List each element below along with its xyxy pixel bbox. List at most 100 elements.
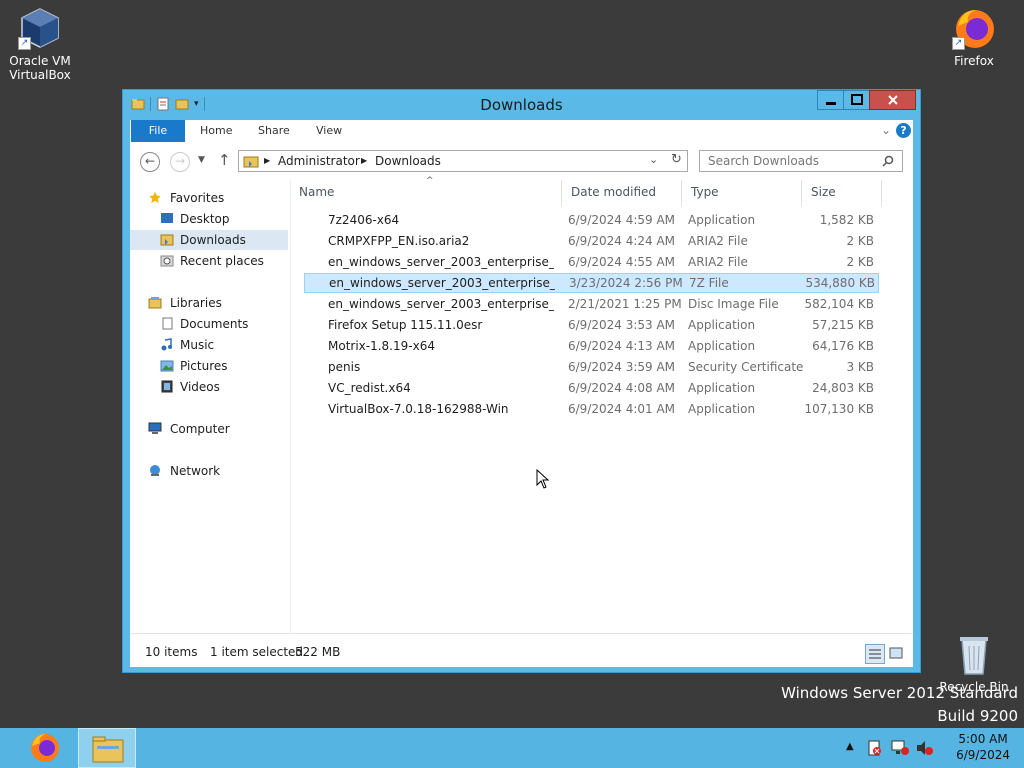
file-type: Application: [688, 381, 756, 395]
column-header-name[interactable]: Name: [290, 180, 562, 206]
file-row[interactable]: VirtualBox-7.0.18-162988-Win 6/9/2024 4:0…: [304, 399, 879, 419]
nav-libraries[interactable]: Libraries: [130, 293, 288, 313]
nav-computer[interactable]: Computer: [130, 419, 288, 439]
file-size: 64,176 KB: [812, 339, 874, 353]
search-box[interactable]: Search Downloads: [699, 150, 903, 172]
file-row[interactable]: CRMPXFPP_EN.iso.aria2 6/9/2024 4:24 AM ARI…: [304, 231, 879, 251]
help-icon[interactable]: ?: [896, 123, 911, 138]
nav-recent-places[interactable]: Recent places: [130, 251, 288, 271]
title-bar[interactable]: ▾ Downloads: [123, 90, 920, 120]
status-item-count: 10 items: [145, 645, 198, 659]
search-icon: [882, 155, 894, 167]
column-header-date-modified[interactable]: Date modified: [562, 180, 682, 206]
nav-favorites[interactable]: Favorites: [130, 188, 288, 208]
maximize-button[interactable]: [843, 90, 870, 110]
taskbar-firefox-button[interactable]: [16, 728, 74, 768]
breadcrumb-downloads[interactable]: Downloads: [375, 154, 441, 168]
window-controls: [817, 90, 916, 110]
file-row[interactable]: en_windows_server_2003_enterprise_64bi..…: [304, 273, 879, 293]
search-input[interactable]: Search Downloads: [708, 154, 819, 168]
file-name: en_windows_server_2003_enterprise_64bit: [328, 297, 554, 311]
file-row[interactable]: Motrix-1.8.19-x64 6/9/2024 4:13 AM Applica…: [304, 336, 879, 356]
videos-icon: [161, 380, 173, 393]
forward-button[interactable]: →: [170, 152, 190, 172]
file-row[interactable]: penis 6/9/2024 3:59 AM Security Certificat…: [304, 357, 879, 377]
file-row[interactable]: VC_redist.x64 6/9/2024 4:08 AM Application…: [304, 378, 879, 398]
column-headers: ^ Name Date modified Type Size: [290, 176, 913, 206]
file-date-modified: 6/9/2024 4:55 AM: [568, 255, 676, 269]
file-date-modified: 6/9/2024 4:08 AM: [568, 381, 676, 395]
details-view-icon: [869, 649, 881, 659]
file-row[interactable]: 7z 7z2406-x64 6/9/2024 4:59 AM Application 1…: [304, 210, 879, 230]
show-hidden-icons-icon[interactable]: ▲: [846, 741, 854, 752]
ribbon: File Home Share View ⌄ ?: [130, 120, 913, 142]
expand-ribbon-icon[interactable]: ⌄: [881, 123, 891, 137]
clock[interactable]: 5:00 AM 6/9/2024: [956, 731, 1010, 763]
file-row[interactable]: en_windows_server_2003_enterprise_64bi..…: [304, 252, 879, 272]
desktop-icon-virtualbox[interactable]: ↗ Oracle VM VirtualBox: [0, 6, 80, 82]
address-bar[interactable]: ▶ Administrator ▶ Downloads ⌄ ↻: [238, 150, 688, 172]
content-area: Favorites Desktop Downloads Recent place…: [130, 176, 913, 633]
nav-music[interactable]: Music: [130, 335, 288, 355]
file-type: Application: [688, 213, 756, 227]
back-button[interactable]: ←: [140, 152, 160, 172]
file-type: ARIA2 File: [688, 255, 748, 269]
minimize-icon: [825, 102, 836, 105]
explorer-window: ▾ Downloads File Home Share View ⌄ ? ← →…: [122, 89, 921, 673]
close-button[interactable]: [869, 90, 916, 110]
pane-divider[interactable]: [290, 180, 291, 633]
network-status-icon[interactable]: [891, 740, 909, 756]
desktop-icon: [161, 213, 173, 223]
file-date-modified: 6/9/2024 4:59 AM: [568, 213, 676, 227]
file-name: CRMPXFPP_EN.iso.aria2: [328, 234, 470, 248]
file-size: 57,215 KB: [812, 318, 874, 332]
nav-documents[interactable]: Documents: [130, 314, 288, 334]
file-type: Application: [688, 339, 756, 353]
details-view-button[interactable]: [865, 644, 885, 664]
star-icon: [149, 191, 161, 204]
file-explorer-icon: [92, 736, 124, 763]
file-name: en_windows_server_2003_enterprise_64bi..…: [328, 255, 554, 269]
nav-desktop[interactable]: Desktop: [130, 209, 288, 229]
tab-view[interactable]: View: [316, 120, 342, 142]
recent-places-icon: [160, 255, 174, 267]
nav-videos[interactable]: Videos: [130, 377, 288, 397]
desktop-icon-label: Firefox: [954, 54, 994, 68]
status-bar: 10 items 1 item selected 522 MB: [130, 633, 913, 667]
column-header-type[interactable]: Type: [682, 180, 802, 206]
os-build-text: Build 9200: [937, 707, 1018, 725]
arrow-left-icon: ←: [144, 154, 156, 168]
volume-muted-icon[interactable]: [915, 740, 933, 756]
nav-pictures[interactable]: Pictures: [130, 356, 288, 376]
file-name: Firefox Setup 115.11.0esr: [328, 318, 483, 332]
nav-network[interactable]: Network: [130, 461, 288, 481]
file-date-modified: 6/9/2024 4:24 AM: [568, 234, 676, 248]
large-icons-view-icon: [889, 647, 903, 659]
breadcrumb-separator-icon: ▶: [264, 156, 271, 165]
network-icon: [150, 465, 160, 476]
large-icons-view-button[interactable]: [887, 644, 907, 664]
action-center-icon[interactable]: [866, 740, 882, 756]
refresh-icon[interactable]: ↻: [671, 152, 682, 167]
file-type: Security Certificate: [688, 360, 804, 374]
file-size: 534,880 KB: [805, 276, 875, 290]
taskbar-explorer-button[interactable]: [78, 728, 136, 768]
column-header-size[interactable]: Size: [802, 180, 882, 206]
file-row[interactable]: en_windows_server_2003_enterprise_64bit 2…: [304, 294, 879, 314]
window-title: Downloads: [480, 96, 563, 114]
file-row[interactable]: Firefox Setup 115.11.0esr 6/9/2024 3:53 A…: [304, 315, 879, 335]
recent-locations-icon[interactable]: ▼: [198, 155, 205, 165]
tab-share[interactable]: Share: [258, 120, 290, 142]
tab-file[interactable]: File: [131, 120, 185, 142]
breadcrumb-administrator[interactable]: Administrator: [278, 154, 360, 168]
computer-icon: [148, 422, 162, 434]
firefox-icon: ↗: [952, 6, 996, 50]
desktop-icon-firefox[interactable]: ↗ Firefox: [934, 6, 1014, 68]
address-history-icon[interactable]: ⌄: [649, 153, 658, 166]
file-size: 24,803 KB: [812, 381, 874, 395]
up-button[interactable]: ↑: [218, 151, 231, 169]
minimize-button[interactable]: [817, 90, 844, 110]
documents-icon: [162, 317, 173, 330]
nav-downloads[interactable]: Downloads: [130, 230, 288, 250]
tab-home[interactable]: Home: [200, 120, 232, 142]
